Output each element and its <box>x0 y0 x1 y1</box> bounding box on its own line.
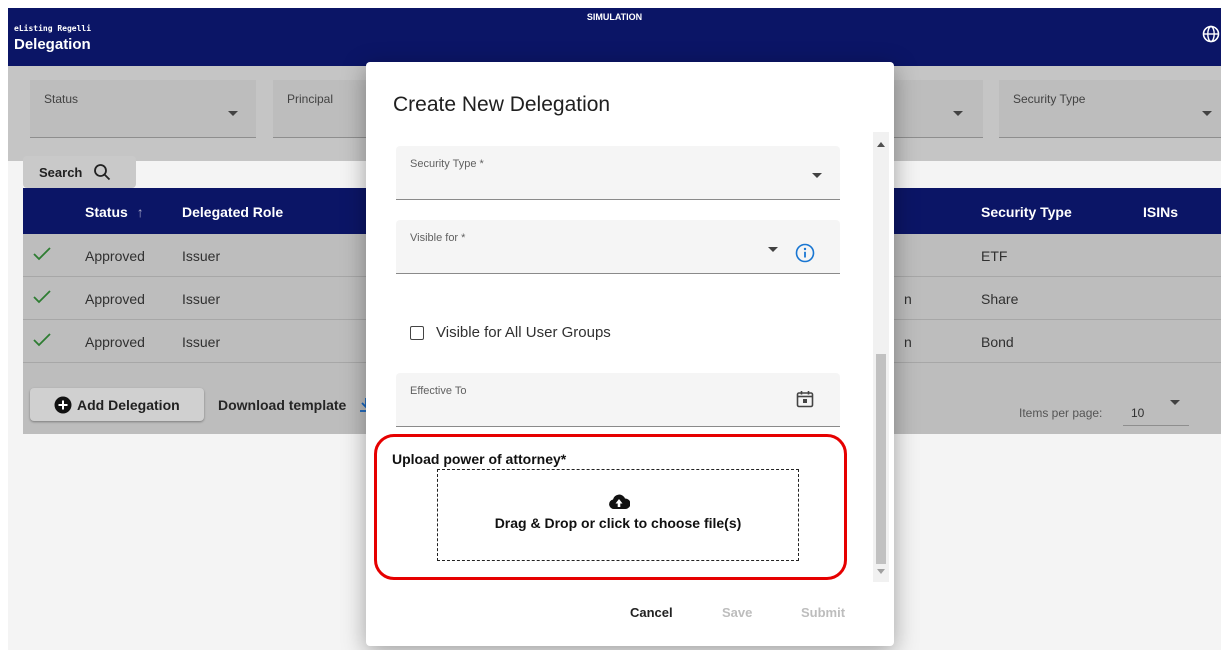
visible-for-select[interactable]: Visible for * <box>396 220 840 274</box>
row-security-type: ETF <box>981 248 1008 264</box>
download-template-link[interactable]: Download template <box>218 397 346 413</box>
scroll-thumb[interactable] <box>876 354 886 564</box>
security-type-label: Security Type * <box>410 158 484 170</box>
security-type-filter-label: Security Type <box>1013 92 1086 106</box>
file-dropzone[interactable]: Drag & Drop or click to choose file(s) <box>437 469 799 561</box>
chevron-down-icon <box>228 111 238 116</box>
principal-filter-label: Principal <box>287 92 334 106</box>
row-partial-text: n <box>904 291 912 307</box>
brand-name: eListing Regelli <box>14 24 92 33</box>
row-role: Issuer <box>182 291 221 307</box>
dialog-title: Create New Delegation <box>393 93 611 116</box>
dialog-scrollbar[interactable] <box>873 132 889 582</box>
visible-all-checkbox[interactable] <box>410 326 424 340</box>
plus-circle-icon <box>54 396 72 414</box>
row-role: Issuer <box>182 334 221 350</box>
scroll-down-arrow-icon[interactable] <box>877 569 885 574</box>
principal-filter[interactable]: Principal <box>273 80 373 138</box>
globe-icon[interactable] <box>1201 24 1221 44</box>
row-role: Issuer <box>182 248 221 264</box>
effective-to-label: Effective To <box>410 385 467 397</box>
check-icon <box>33 333 51 347</box>
column-header-status[interactable]: Status ↑ <box>85 204 144 220</box>
add-delegation-button[interactable]: Add Delegation <box>30 388 204 421</box>
search-button-label: Search <box>39 165 83 180</box>
check-icon <box>33 290 51 304</box>
info-icon[interactable] <box>795 243 815 263</box>
calendar-icon[interactable] <box>795 389 815 409</box>
cloud-upload-icon <box>608 493 631 511</box>
chevron-down-icon <box>1202 111 1212 116</box>
add-delegation-label: Add Delegation <box>77 397 180 413</box>
sort-arrow-icon: ↑ <box>136 204 144 220</box>
row-security-type: Bond <box>981 334 1014 350</box>
items-per-page-select[interactable]: 10 <box>1123 386 1189 426</box>
row-security-type: Share <box>981 291 1019 307</box>
save-button[interactable]: Save <box>722 605 752 620</box>
scroll-up-arrow-icon[interactable] <box>877 142 885 147</box>
row-partial-text: n <box>904 334 912 350</box>
column-header-delegated-role[interactable]: Delegated Role <box>182 204 283 220</box>
submit-button[interactable]: Submit <box>801 605 845 620</box>
security-type-select[interactable]: Security Type * <box>396 146 840 200</box>
search-icon <box>93 163 111 181</box>
search-button[interactable]: Search <box>23 156 136 188</box>
items-per-page-label: Items per page: <box>1019 406 1103 420</box>
status-filter-label: Status <box>44 92 79 106</box>
check-icon <box>33 247 51 261</box>
chevron-down-icon <box>768 247 778 252</box>
chevron-down-icon <box>1170 400 1180 405</box>
effective-to-field[interactable]: Effective To <box>396 373 840 427</box>
create-delegation-dialog: Create New Delegation Security Type * Vi… <box>366 62 894 646</box>
items-per-page-value: 10 <box>1131 406 1145 420</box>
row-status: Approved <box>85 291 145 307</box>
visible-for-label: Visible for * <box>410 232 466 244</box>
security-type-filter[interactable]: Security Type <box>999 80 1221 138</box>
chevron-down-icon <box>812 173 822 178</box>
visible-all-label: Visible for All User Groups <box>436 324 611 341</box>
column-header-isins[interactable]: ISINs <box>1143 204 1178 220</box>
top-bar: eListing Regelli Delegation SIMULATION <box>8 8 1221 66</box>
status-filter[interactable]: Status <box>30 80 256 138</box>
page-title: Delegation <box>14 36 91 53</box>
chevron-down-icon <box>953 111 963 116</box>
environment-label: SIMULATION <box>586 12 643 22</box>
cancel-button[interactable]: Cancel <box>630 605 673 620</box>
hidden-filter[interactable] <box>893 80 983 138</box>
row-status: Approved <box>85 248 145 264</box>
upload-title: Upload power of attorney* <box>392 451 567 467</box>
column-header-security-type[interactable]: Security Type <box>981 204 1072 220</box>
row-status: Approved <box>85 334 145 350</box>
dropzone-text: Drag & Drop or click to choose file(s) <box>494 515 742 531</box>
